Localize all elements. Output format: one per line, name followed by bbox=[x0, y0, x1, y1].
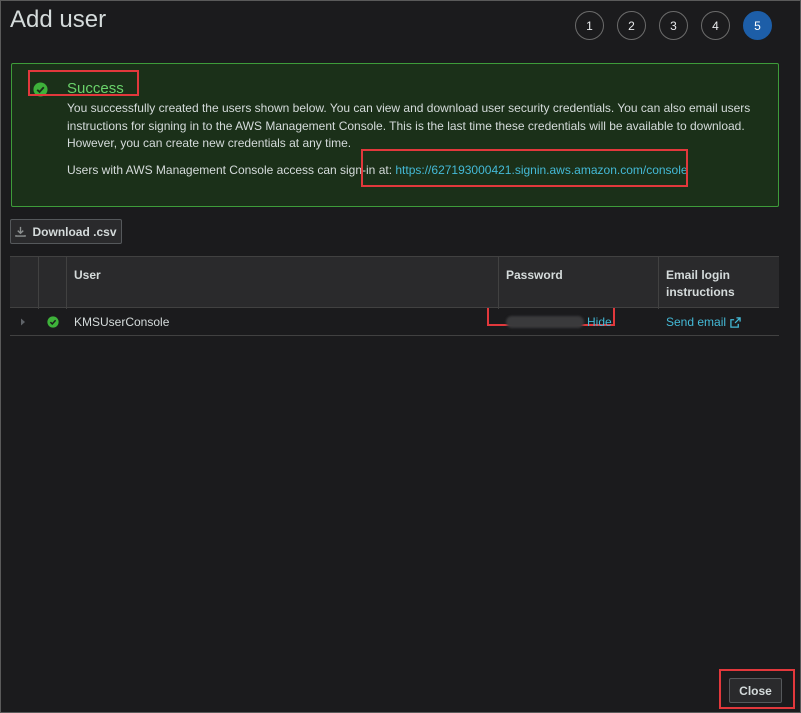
download-csv-button[interactable]: Download .csv bbox=[10, 219, 122, 244]
external-link-icon[interactable] bbox=[730, 316, 741, 328]
step-3[interactable]: 3 bbox=[659, 11, 688, 40]
send-email-cell: Send email bbox=[666, 308, 741, 336]
header-email-line2: instructions bbox=[666, 285, 735, 299]
download-icon bbox=[15, 226, 27, 237]
caret-right-icon bbox=[21, 318, 25, 326]
check-circle-icon bbox=[33, 82, 48, 97]
step-4[interactable]: 4 bbox=[701, 11, 730, 40]
check-circle-icon bbox=[47, 316, 59, 328]
step-5[interactable]: 5 bbox=[743, 11, 772, 40]
success-alert: Success You successfully created the use… bbox=[11, 63, 779, 207]
step-indicator: 1 2 3 4 5 bbox=[575, 11, 772, 40]
header-email-line1: Email login bbox=[666, 268, 731, 282]
download-csv-label: Download .csv bbox=[32, 224, 117, 239]
password-hide-link[interactable]: Hide bbox=[587, 315, 612, 329]
users-table: User Password Email login instructions K… bbox=[10, 256, 779, 336]
step-2[interactable]: 2 bbox=[617, 11, 646, 40]
header-email-instructions[interactable]: Email login instructions bbox=[658, 257, 743, 309]
console-signin-link[interactable]: https://627193000421.signin.aws.amazon.c… bbox=[395, 163, 687, 177]
page-title: Add user bbox=[10, 6, 107, 33]
signin-text: Users with AWS Management Console access… bbox=[67, 163, 688, 177]
header-user[interactable]: User bbox=[66, 257, 109, 309]
alert-message: You successfully created the users shown… bbox=[67, 101, 751, 150]
step-1[interactable]: 1 bbox=[575, 11, 604, 40]
expand-row-toggle[interactable] bbox=[20, 308, 26, 336]
redacted-password bbox=[506, 316, 584, 328]
alert-title: Success bbox=[67, 80, 124, 97]
password-cell: Hide bbox=[506, 308, 612, 336]
signin-prefix: Users with AWS Management Console access… bbox=[67, 163, 396, 177]
column-divider bbox=[38, 257, 39, 309]
header-password[interactable]: Password bbox=[498, 257, 571, 309]
table-row: KMSUserConsole Hide Send email bbox=[10, 308, 779, 336]
row-status bbox=[47, 308, 59, 336]
user-name: KMSUserConsole bbox=[74, 315, 170, 329]
table-header: User Password Email login instructions bbox=[10, 256, 779, 309]
close-button[interactable]: Close bbox=[729, 678, 782, 703]
send-email-link[interactable]: Send email bbox=[666, 315, 726, 329]
